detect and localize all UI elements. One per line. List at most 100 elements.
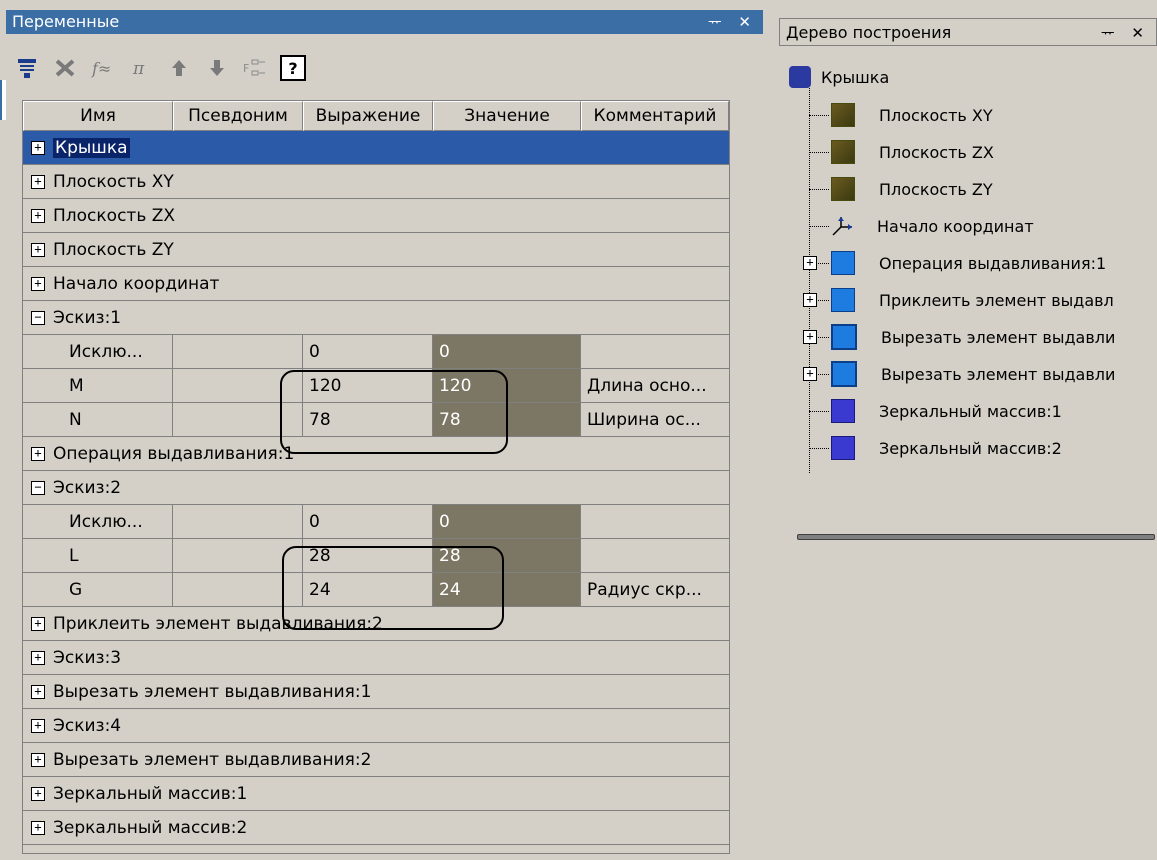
tree-item[interactable]: Операция выдавливания:1 [831,246,1106,280]
cut-extrude-icon [831,361,857,387]
group-label: Начало координат [53,273,220,294]
variable-name-cell[interactable]: L [23,539,173,572]
expand-icon[interactable]: + [31,684,45,699]
expand-icon[interactable]: + [31,786,45,801]
tree-horizontal-splitter[interactable] [797,534,1155,540]
arrow-up-icon[interactable] [166,55,192,81]
tree-item[interactable]: Зеркальный массив:2 [831,431,1062,465]
tree-connector [809,189,829,190]
comment-cell[interactable]: Длина осно... [581,369,729,402]
table-group-row[interactable]: + Крышка [23,131,729,165]
comment-cell[interactable] [581,335,729,368]
tree-item-label: Плоскость ZY [879,179,993,199]
comment-cell[interactable] [581,505,729,538]
table-row[interactable]: Исклю... 0 0 [23,505,729,539]
comment-cell[interactable] [581,539,729,572]
collapse-icon[interactable]: − [31,480,45,495]
group-label: Зеркальный массив:1 [53,783,248,804]
variable-name-cell[interactable]: G [23,573,173,606]
expand-icon[interactable]: + [31,140,45,155]
panel-pin-close-buttons[interactable]: ᅲ ✕ [708,10,757,34]
table-row[interactable]: Исклю... 0 0 [23,335,729,369]
group-cell: + Плоскость XY [23,172,174,192]
expression-cell[interactable]: 0 [303,335,433,368]
comment-cell[interactable]: Ширина ос... [581,403,729,436]
tree-root-label: Крышка [821,67,890,87]
group-label: Плоскость ZY [53,239,174,260]
variable-name-cell[interactable]: M [23,369,173,402]
help-icon[interactable]: ? [280,55,306,81]
table-group-row[interactable]: + Зеркальный массив:2 [23,811,729,845]
tree-root[interactable]: Крышка [789,60,889,94]
expression-cell[interactable]: 0 [303,505,433,538]
expand-icon[interactable]: + [31,650,45,665]
table-group-row[interactable]: − Эскиз:2 [23,471,729,505]
variables-table-icon[interactable] [14,55,40,81]
tree-item[interactable]: Вырезать элемент выдавли [831,357,1115,391]
group-label: Эскиз:4 [53,715,122,736]
tree-item[interactable]: Приклеить элемент выдавл [831,283,1114,317]
plane-icon [831,177,855,201]
table-group-row[interactable]: + Плоскость ZY [23,233,729,267]
group-cell: + Зеркальный массив:1 [23,784,247,804]
variables-panel: Переменные ᅲ ✕ f≈ π F ? Имя Псевдоним Вы… [0,0,765,860]
delete-icon[interactable] [52,55,78,81]
expand-icon[interactable]: + [803,367,817,381]
expand-icon[interactable]: + [803,293,817,307]
expand-icon[interactable]: + [31,174,45,189]
group-cell: + Зеркальный массив:2 [23,818,247,838]
panel-pin-close-buttons[interactable]: ᅲ ✕ [1101,19,1150,47]
expand-icon[interactable]: + [31,446,45,461]
mirror-icon [831,436,855,460]
value-cell[interactable]: 0 [433,335,581,368]
table-group-row[interactable]: − Эскиз:1 [23,301,729,335]
column-header-alias[interactable]: Псевдоним [173,101,303,131]
expand-icon[interactable]: + [803,330,817,344]
column-header-name[interactable]: Имя [23,101,173,131]
tree-item[interactable]: Плоскость XY [831,98,993,132]
table-group-row[interactable]: + Эскиз:4 [23,709,729,743]
variable-name-cell[interactable]: Исклю... [23,335,173,368]
table-group-row[interactable]: + Плоскость ZX [23,199,729,233]
group-cell: − Эскиз:2 [23,478,121,498]
function-icon[interactable]: f≈ [90,55,116,81]
alias-cell[interactable] [173,335,303,368]
tree-item[interactable]: Плоскость ZY [831,172,993,206]
table-group-row[interactable]: + Плоскость XY [23,165,729,199]
expand-icon[interactable]: + [31,616,45,631]
filter-icon[interactable]: F [242,55,268,81]
tree-item-label: Зеркальный массив:2 [879,438,1062,458]
table-group-row[interactable]: + Вырезать элемент выдавливания:1 [23,675,729,709]
table-group-row[interactable]: + Эскиз:3 [23,641,729,675]
tree-item[interactable]: Зеркальный массив:1 [831,394,1062,428]
column-header-value[interactable]: Значение [433,101,581,131]
tree-connector [809,88,810,473]
tree-item[interactable]: Начало координат [831,209,1034,243]
table-group-row[interactable]: + Вырезать элемент выдавливания:2 [23,743,729,777]
table-group-row[interactable]: + Начало координат [23,267,729,301]
expand-icon[interactable]: + [31,820,45,835]
expand-icon[interactable]: + [31,242,45,257]
comment-cell[interactable]: Радиус скр... [581,573,729,606]
group-cell: + Плоскость ZY [23,240,174,260]
tree-connector [809,411,829,412]
value-cell[interactable]: 0 [433,505,581,538]
column-header-comment[interactable]: Комментарий [581,101,729,131]
expand-icon[interactable]: + [31,208,45,223]
boss-extrude-icon [831,288,855,312]
expand-icon[interactable]: + [31,718,45,733]
tree-item[interactable]: Плоскость ZX [831,135,994,169]
variable-name-cell[interactable]: N [23,403,173,436]
table-group-row[interactable]: + Зеркальный массив:1 [23,777,729,811]
arrow-down-icon[interactable] [204,55,230,81]
column-header-expression[interactable]: Выражение [303,101,433,131]
pi-icon[interactable]: π [128,55,154,81]
expand-icon[interactable]: + [31,752,45,767]
alias-cell[interactable] [173,505,303,538]
variable-name-cell[interactable]: Исклю... [23,505,173,538]
collapse-icon[interactable]: − [31,310,45,325]
expand-icon[interactable]: + [803,256,817,270]
expand-icon[interactable]: + [31,276,45,291]
tree-item[interactable]: Вырезать элемент выдавли [831,320,1115,354]
tree-item-label: Приклеить элемент выдавл [879,290,1114,310]
